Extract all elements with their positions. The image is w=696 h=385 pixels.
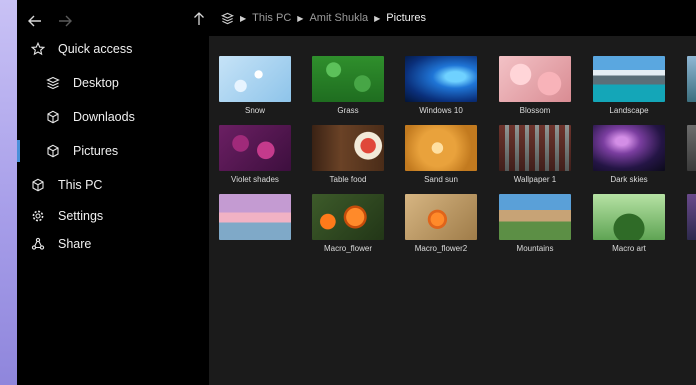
picture-caption: Wallpaper 1: [513, 175, 557, 184]
picture-tile-landscape[interactable]: Landscape: [593, 56, 665, 115]
star-icon: [30, 41, 46, 57]
arrow-right-icon: [59, 15, 72, 27]
picture-caption: Macro_flower: [323, 244, 372, 253]
picture-tile-macro-flower2[interactable]: Macro_flower2: [405, 194, 477, 253]
up-button[interactable]: [192, 12, 206, 26]
thumbnail-image: [405, 125, 477, 171]
back-button[interactable]: [27, 13, 43, 29]
picture-caption: Blossom: [519, 106, 551, 115]
sidebar-item-label: Pictures: [73, 144, 119, 158]
breadcrumb-item-current[interactable]: Pictures: [386, 12, 426, 24]
arrow-up-icon: [194, 12, 204, 25]
sidebar-item-label: Settings: [58, 209, 104, 223]
picture-caption: Violet shades: [231, 175, 279, 184]
picture-tile-wallpaper-1[interactable]: Wallpaper 1: [499, 125, 571, 184]
picture-caption: Sand sun: [424, 175, 458, 184]
picture-tile-windows-10[interactable]: Windows 10: [405, 56, 477, 115]
thumbnail-image: [219, 56, 291, 102]
share-icon: [30, 236, 46, 252]
sidebar-item-this-pc[interactable]: This PC: [17, 171, 209, 199]
thumbnail-image: [499, 194, 571, 240]
picture-tile-mountains[interactable]: Mountains: [499, 194, 571, 253]
picture-tile-grass[interactable]: Grass: [312, 56, 384, 115]
sidebar-item-downloads[interactable]: Downlaods: [17, 103, 209, 131]
picture-caption: Windows 10: [419, 106, 463, 115]
picture-tile-sand-sun[interactable]: Sand sun: [405, 125, 477, 184]
chevron-right-icon: ▶: [297, 13, 304, 23]
picture-tile-purple-shore[interactable]: [219, 194, 291, 244]
cube-icon: [45, 143, 61, 159]
picture-caption: Macro_flower2: [414, 244, 468, 253]
sidebar-item-label: Downlaods: [73, 110, 135, 124]
picture-tile-partial[interactable]: [687, 194, 696, 240]
sidebar-item-share[interactable]: Share: [17, 230, 209, 258]
picture-caption: Table food: [329, 175, 367, 184]
sidebar-item-label: Desktop: [73, 76, 119, 90]
cube-icon: [45, 109, 61, 125]
arrow-left-icon: [28, 15, 41, 27]
sidebar-item-label: Quick access: [58, 42, 133, 56]
thumbnail-image: [499, 56, 571, 102]
chevron-right-icon: ▶: [240, 13, 247, 23]
picture-caption: Grass: [337, 106, 359, 115]
picture-tile-partial[interactable]: [687, 56, 696, 102]
thumbnail-image: [593, 56, 665, 102]
thumbnail-image: [405, 56, 477, 102]
picture-tile-dark-skies[interactable]: Dark skies: [593, 125, 665, 184]
thumbnail-image: [499, 125, 571, 171]
picture-caption: Dark skies: [610, 175, 648, 184]
stack-icon: [45, 75, 61, 91]
picture-caption: Macro art: [612, 244, 646, 253]
sidebar-item-quick-access[interactable]: Quick access: [17, 35, 209, 63]
picture-caption: Mountains: [516, 244, 554, 253]
thumbnail-image: [219, 125, 291, 171]
sidebar-item-pictures[interactable]: Pictures: [17, 137, 209, 165]
breadcrumb-item-user[interactable]: Amit Shukla: [309, 12, 368, 24]
picture-tile-partial[interactable]: [687, 125, 696, 171]
thumbnail-image: [312, 125, 384, 171]
picture-tile-macro-flower[interactable]: Macro_flower: [312, 194, 384, 253]
gear-icon: [30, 208, 46, 224]
picture-tile-table-food[interactable]: Table food: [312, 125, 384, 184]
thumbnail-image: [593, 194, 665, 240]
address-bar: ▶ This PC ▶ Amit Shukla ▶ Pictures: [194, 0, 696, 36]
picture-tile-macro-art[interactable]: Macro art: [593, 194, 665, 253]
sidebar-item-settings[interactable]: Settings: [17, 202, 209, 230]
thumbnail-image: [405, 194, 477, 240]
picture-gallery: Snow Grass Windows 10 Blossom Landscape …: [209, 36, 696, 385]
thumbnail-image: [593, 125, 665, 171]
thumbnail-image: [312, 194, 384, 240]
thumbnail-image: [219, 194, 291, 240]
sidebar-item-label: This PC: [58, 178, 103, 192]
sidebar-item-desktop[interactable]: Desktop: [17, 69, 209, 97]
forward-button[interactable]: [57, 13, 73, 29]
stack-icon[interactable]: [221, 12, 234, 25]
sidebar-item-label: Share: [58, 237, 92, 251]
picture-caption: Landscape: [609, 106, 649, 115]
window-accent-strip: [0, 0, 17, 385]
breadcrumb-item-this-pc[interactable]: This PC: [252, 12, 291, 24]
picture-tile-violet-shades[interactable]: Violet shades: [219, 125, 291, 184]
picture-tile-blossom[interactable]: Blossom: [499, 56, 571, 115]
picture-tile-snow[interactable]: Snow: [219, 56, 291, 115]
picture-caption: Snow: [244, 106, 265, 115]
sidebar: Quick access Desktop Downlaods Pictures …: [17, 0, 209, 385]
chevron-right-icon: ▶: [374, 13, 381, 23]
breadcrumb: ▶ This PC ▶ Amit Shukla ▶ Pictures: [221, 0, 426, 36]
cube-icon: [30, 177, 46, 193]
thumbnail-image: [312, 56, 384, 102]
